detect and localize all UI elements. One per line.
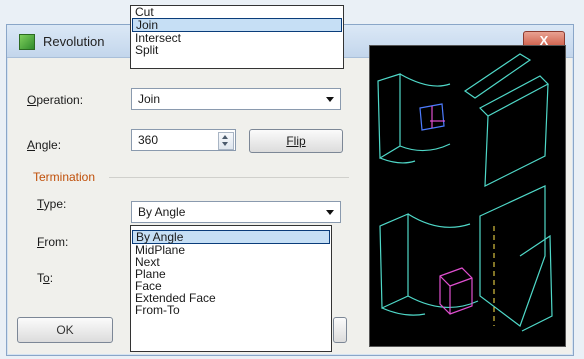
termination-type-menu: By Angle MidPlane Next Plane Face Extend…	[130, 225, 332, 352]
menu-item-split[interactable]: Split	[131, 44, 343, 56]
menu-item-join[interactable]: Join	[132, 18, 342, 32]
menu-item-by-angle[interactable]: By Angle	[132, 230, 330, 244]
type-label: Type:	[37, 197, 67, 211]
flip-button[interactable]: Flip	[249, 129, 343, 153]
from-label: From:	[37, 235, 69, 249]
flip-label: Flip	[286, 134, 306, 148]
operation-menu: Cut Join Intersect Split	[130, 5, 344, 69]
menu-item-midplane[interactable]: MidPlane	[131, 244, 331, 256]
ok-button[interactable]: OK	[17, 317, 113, 343]
angle-label: Angle:	[27, 138, 62, 152]
angle-spinner[interactable]	[218, 132, 234, 150]
angle-input[interactable]: 360	[131, 129, 236, 151]
operation-value: Join	[138, 92, 161, 106]
group-divider	[109, 177, 349, 178]
type-value: By Angle	[138, 205, 186, 219]
spin-down-icon[interactable]	[222, 142, 228, 146]
dialog-title: Revolution	[43, 34, 105, 49]
operation-label: Operation:	[27, 93, 84, 107]
menu-item-intersect[interactable]: Intersect	[131, 32, 343, 44]
chevron-down-icon	[326, 97, 334, 102]
angle-value: 360	[138, 133, 159, 147]
spin-up-icon[interactable]	[222, 135, 228, 139]
termination-group-label: Termination	[33, 170, 96, 184]
cancel-button-edge[interactable]	[333, 317, 347, 343]
revolution-wireframe-preview	[377, 53, 553, 332]
type-dropdown[interactable]: By Angle	[131, 201, 341, 223]
to-label: To:	[37, 271, 54, 285]
menu-item-from-to[interactable]: From-To	[131, 304, 331, 316]
operation-dropdown[interactable]: Join	[131, 88, 341, 110]
revolution-app-icon	[19, 34, 35, 50]
menu-item-cut[interactable]: Cut	[131, 6, 343, 18]
preview-viewport	[369, 45, 566, 347]
chevron-down-icon	[326, 210, 334, 215]
